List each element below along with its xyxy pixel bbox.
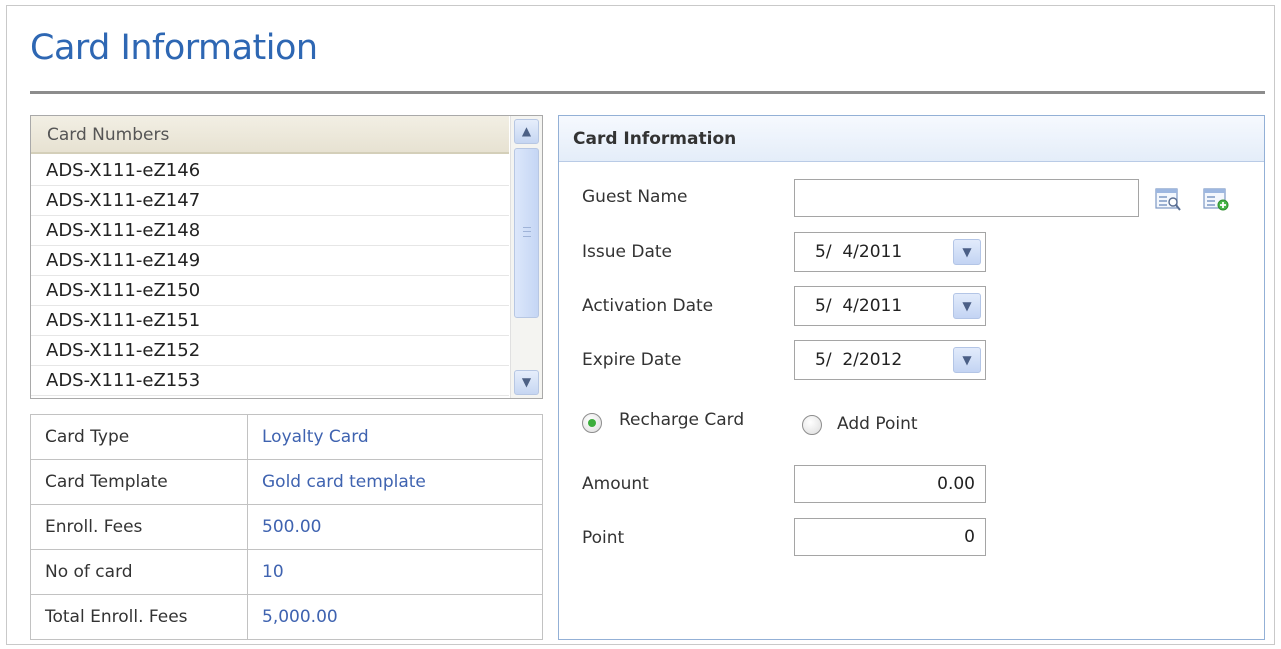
radio-selected-dot [588,419,596,427]
chevron-down-icon[interactable]: ▼ [953,239,981,265]
card-details-table: Card Type Loyalty Card Card Template Gol… [30,414,543,640]
activation-date-picker[interactable]: 5/ 4/2011 ▼ [794,286,986,326]
table-row: Total Enroll. Fees 5,000.00 [30,594,543,640]
chevron-up-icon[interactable]: ▲ [514,119,539,144]
guest-name-input[interactable] [794,179,1139,217]
activation-date-label: Activation Date [582,296,714,316]
list-item[interactable]: ADS-X111-eZ152 [31,336,509,366]
card-numbers-header[interactable]: Card Numbers [31,116,509,154]
recharge-card-label[interactable]: Recharge Card [619,410,744,430]
list-item[interactable]: ADS-X111-eZ153 [31,366,509,396]
enroll-fees-label: Enroll. Fees [30,504,248,550]
add-record-icon[interactable] [1203,187,1231,213]
chevron-down-icon[interactable]: ▼ [953,293,981,319]
table-row: Card Type Loyalty Card [30,414,543,460]
table-row: Card Template Gold card template [30,459,543,505]
scroll-thumb[interactable] [514,148,539,318]
guest-name-label: Guest Name [582,187,688,207]
recharge-card-radio[interactable] [582,413,602,433]
card-numbers-list[interactable]: Card Numbers ADS-X111-eZ146 ADS-X111-eZ1… [30,115,543,399]
expire-date-picker[interactable]: 5/ 2/2012 ▼ [794,340,986,380]
list-item[interactable]: ADS-X111-eZ151 [31,306,509,336]
search-record-icon[interactable] [1155,187,1183,213]
page-title: Card Information [30,28,318,68]
table-row: Enroll. Fees 500.00 [30,504,543,550]
grip-icon [523,227,531,237]
card-template-label: Card Template [30,459,248,505]
expire-date-label: Expire Date [582,350,682,370]
issue-date-picker[interactable]: 5/ 4/2011 ▼ [794,232,986,272]
add-point-radio[interactable] [802,415,822,435]
list-item[interactable]: ADS-X111-eZ148 [31,216,509,246]
no-of-card-label: No of card [30,549,248,595]
card-template-value: Gold card template [247,459,543,505]
expire-date-value[interactable]: 5/ 2/2012 [815,341,902,379]
list-item[interactable]: ADS-X111-eZ146 [31,156,509,186]
list-item[interactable]: ADS-X111-eZ147 [31,186,509,216]
card-type-value: Loyalty Card [247,414,543,460]
table-row: No of card 10 [30,549,543,595]
no-of-card-value: 10 [247,549,543,595]
list-item[interactable]: ADS-X111-eZ150 [31,276,509,306]
panel-header: Card Information [559,116,1264,162]
list-item[interactable]: ADS-X111-eZ149 [31,246,509,276]
card-type-label: Card Type [30,414,248,460]
chevron-down-icon[interactable]: ▼ [953,347,981,373]
card-numbers-rows: ADS-X111-eZ146 ADS-X111-eZ147 ADS-X111-e… [31,156,509,396]
activation-date-value[interactable]: 5/ 4/2011 [815,287,902,325]
issue-date-value[interactable]: 5/ 4/2011 [815,233,902,271]
amount-input[interactable] [794,465,986,503]
point-input[interactable] [794,518,986,556]
card-information-panel: Card Information Guest Name Issue Date 5… [558,115,1265,640]
list-scrollbar[interactable]: ▲ ▼ [510,116,542,398]
add-point-label[interactable]: Add Point [837,414,918,434]
enroll-fees-value: 500.00 [247,504,543,550]
issue-date-label: Issue Date [582,242,672,262]
total-enroll-fees-value: 5,000.00 [247,594,543,640]
chevron-down-icon[interactable]: ▼ [514,370,539,395]
point-label: Point [582,528,625,548]
amount-label: Amount [582,474,649,494]
total-enroll-fees-label: Total Enroll. Fees [30,594,248,640]
title-divider [30,91,1265,94]
